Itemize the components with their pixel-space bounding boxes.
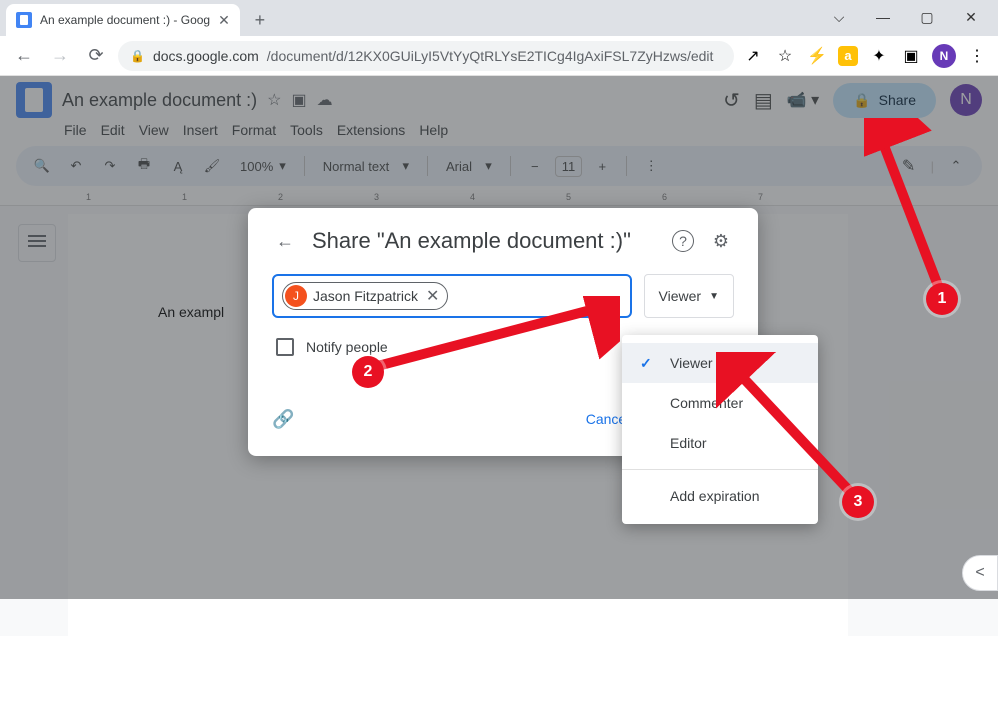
annotation-badge-1: 1 bbox=[926, 283, 958, 315]
url-host: docs.google.com bbox=[153, 48, 259, 64]
role-option-viewer[interactable]: Viewer bbox=[622, 343, 818, 383]
notify-checkbox[interactable] bbox=[276, 338, 294, 356]
browser-tab[interactable]: An example document :) - Goog ✕ bbox=[6, 4, 240, 36]
lightning-icon[interactable]: ⚡ bbox=[806, 45, 828, 67]
role-option-commenter[interactable]: Commenter bbox=[622, 383, 818, 423]
annotation-badge-2: 2 bbox=[352, 356, 384, 388]
back-button[interactable]: ← bbox=[10, 42, 38, 70]
window-controls: ⌵ — ▢ ✕ bbox=[812, 0, 998, 34]
caret-down-icon: ▼ bbox=[709, 291, 719, 302]
address-bar: ← → ⟳ 🔒 docs.google.com/document/d/12KX0… bbox=[0, 36, 998, 76]
copy-link-icon[interactable]: 🔗 bbox=[272, 409, 294, 430]
dialog-title: Share "An example document :)" bbox=[312, 228, 658, 254]
dialog-back-icon[interactable]: ← bbox=[272, 228, 298, 254]
settings-gear-icon[interactable]: ⚙ bbox=[708, 228, 734, 254]
new-tab-button[interactable]: + bbox=[246, 6, 274, 34]
window-chevron-icon[interactable]: ⌵ bbox=[826, 4, 852, 30]
url-input[interactable]: 🔒 docs.google.com/document/d/12KX0GUiLyI… bbox=[118, 41, 734, 71]
amazon-extension-icon[interactable]: a bbox=[838, 46, 858, 66]
tab-title: An example document :) - Goog bbox=[40, 13, 210, 27]
role-dropdown-button[interactable]: Viewer ▼ bbox=[644, 274, 734, 318]
role-label: Viewer bbox=[659, 288, 702, 304]
forward-button[interactable]: → bbox=[46, 42, 74, 70]
help-icon[interactable]: ? bbox=[672, 230, 694, 252]
annotation-badge-3: 3 bbox=[842, 486, 874, 518]
notify-label: Notify people bbox=[306, 339, 388, 355]
separator bbox=[622, 469, 818, 470]
star-bookmark-icon[interactable]: ☆ bbox=[774, 45, 796, 67]
user-chip[interactable]: J Jason Fitzpatrick ✕ bbox=[282, 282, 448, 310]
sidepanel-icon[interactable]: ▣ bbox=[900, 45, 922, 67]
extensions-puzzle-icon[interactable]: ✦ bbox=[868, 45, 890, 67]
chip-name: Jason Fitzpatrick bbox=[313, 288, 418, 304]
url-path: /document/d/12KX0GUiLyI5VtYyQtRLYsE2TICg… bbox=[267, 48, 714, 64]
chip-remove-icon[interactable]: ✕ bbox=[424, 286, 441, 306]
extension-icons: ↗ ☆ ⚡ a ✦ ▣ N ⋮ bbox=[742, 44, 988, 68]
docs-favicon-icon bbox=[16, 12, 32, 28]
share-page-icon[interactable]: ↗ bbox=[742, 45, 764, 67]
window-close-icon[interactable]: ✕ bbox=[958, 4, 984, 30]
window-minimize-icon[interactable]: — bbox=[870, 4, 896, 30]
tab-close-icon[interactable]: ✕ bbox=[218, 12, 230, 29]
lock-icon: 🔒 bbox=[130, 49, 145, 63]
reload-button[interactable]: ⟳ bbox=[82, 42, 110, 70]
overflow-menu-icon[interactable]: ⋮ bbox=[966, 45, 988, 67]
window-maximize-icon[interactable]: ▢ bbox=[914, 4, 940, 30]
explore-fab-icon[interactable]: < bbox=[962, 555, 998, 591]
people-input[interactable]: J Jason Fitzpatrick ✕ bbox=[272, 274, 632, 318]
role-option-editor[interactable]: Editor bbox=[622, 423, 818, 463]
role-menu: Viewer Commenter Editor Add expiration bbox=[622, 335, 818, 524]
profile-avatar-icon[interactable]: N bbox=[932, 44, 956, 68]
chip-avatar-icon: J bbox=[285, 285, 307, 307]
role-option-expiration[interactable]: Add expiration bbox=[622, 476, 818, 516]
